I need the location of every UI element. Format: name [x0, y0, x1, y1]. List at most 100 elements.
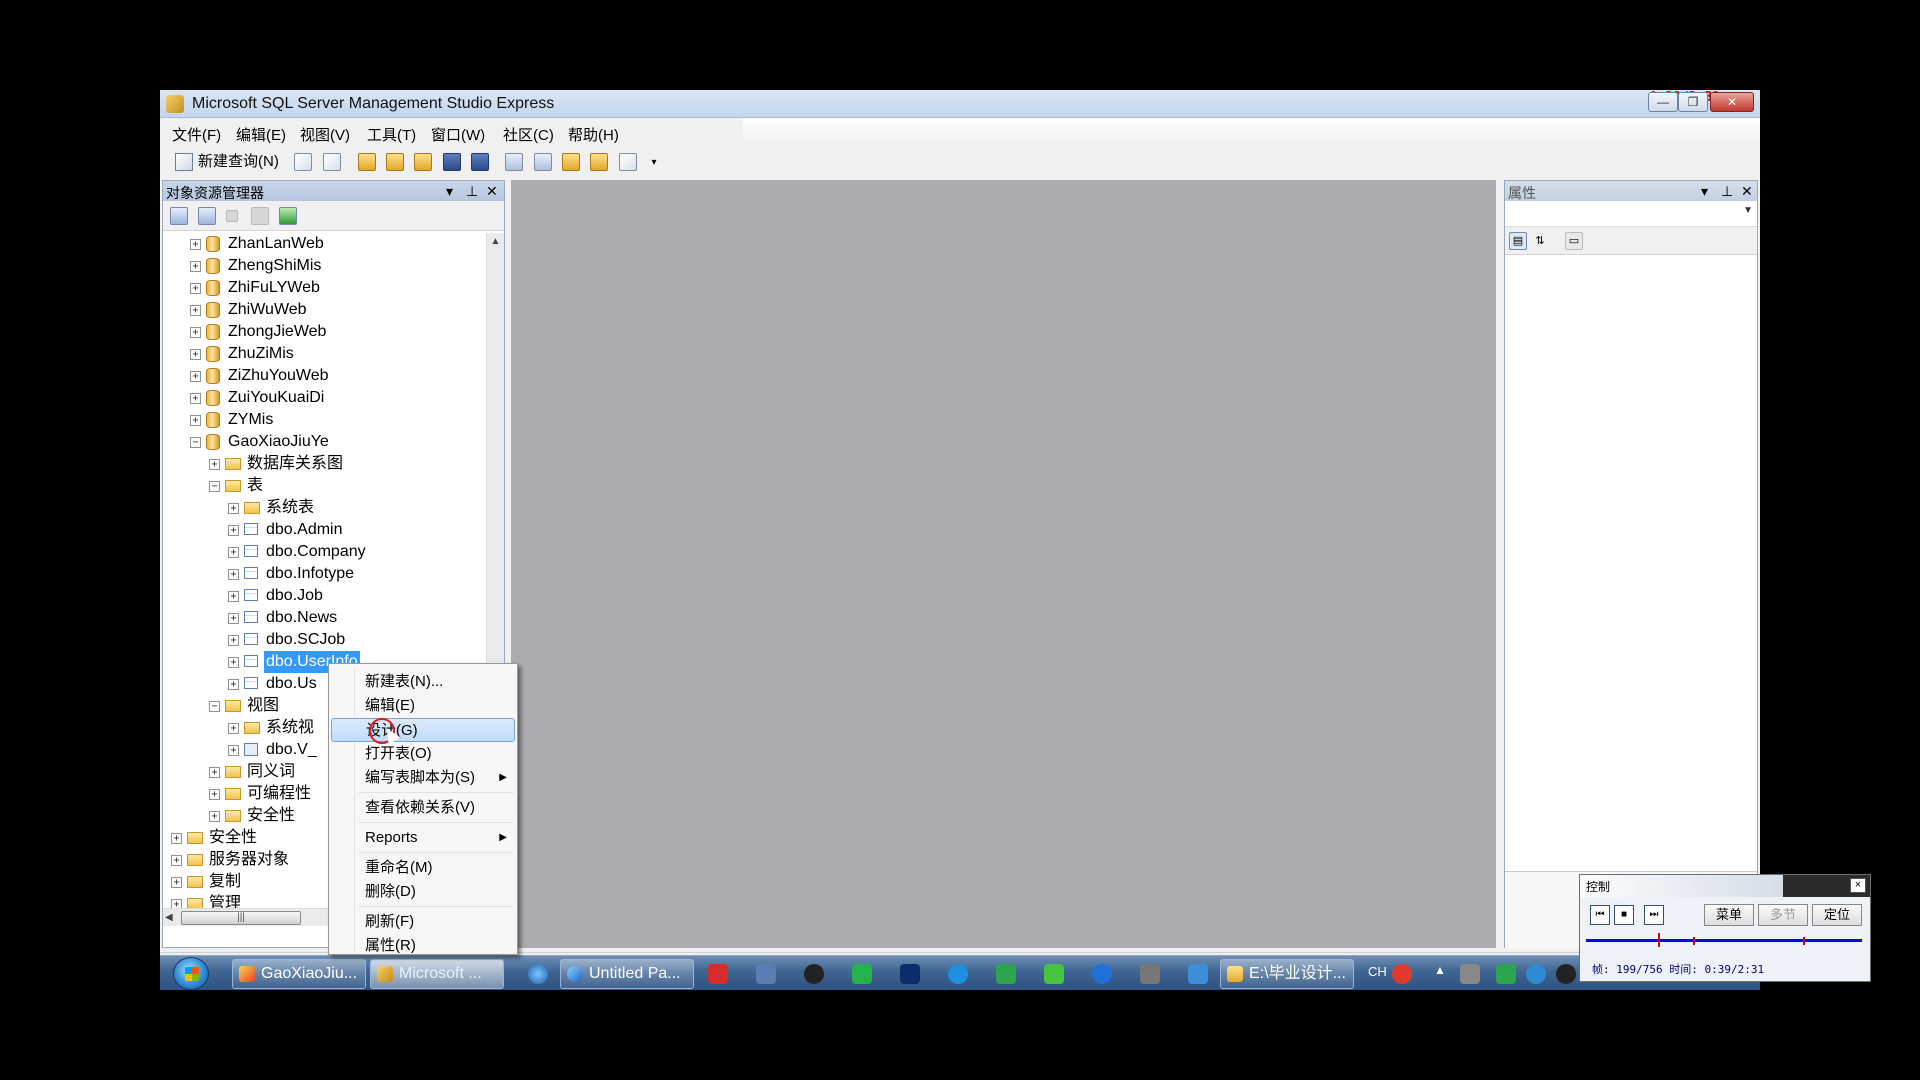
recorder-header[interactable]: 控制 × — [1580, 875, 1870, 897]
playback-progress-bar[interactable] — [1586, 939, 1862, 942]
save-icon[interactable] — [443, 153, 461, 171]
expand-icon[interactable]: + — [228, 745, 239, 756]
toolbar-overflow-icon[interactable]: ▾ — [649, 152, 659, 174]
task-untitled-page[interactable]: Untitled Pa... — [560, 959, 694, 989]
task-explorer-folder[interactable]: E:\毕业设计... — [1220, 959, 1354, 989]
context-menu-item[interactable]: 编辑(E) — [331, 694, 515, 718]
expand-icon[interactable]: + — [190, 305, 201, 316]
task-gaoxiaojiuye[interactable]: GaoXiaoJiu... — [232, 959, 366, 989]
expand-icon[interactable]: + — [190, 393, 201, 404]
collapse-icon[interactable]: − — [209, 481, 220, 492]
scroll-thumb[interactable]: ||| — [181, 911, 301, 925]
expand-icon[interactable]: + — [228, 547, 239, 558]
pin-icon[interactable]: ⊥ — [466, 181, 478, 201]
multi-section-button[interactable]: 多节 — [1758, 904, 1808, 926]
new-query-button[interactable]: 新建查询(N) — [172, 151, 279, 173]
save-all-icon[interactable] — [471, 153, 489, 171]
database-engine-query-icon[interactable] — [294, 153, 312, 171]
object-selector[interactable]: ▼ — [1505, 203, 1757, 227]
expand-icon[interactable]: + — [228, 657, 239, 668]
expand-icon[interactable]: + — [190, 283, 201, 294]
expand-icon[interactable]: + — [190, 349, 201, 360]
app-icon[interactable] — [1092, 964, 1112, 984]
expand-icon[interactable]: + — [209, 459, 220, 470]
document-area[interactable] — [511, 180, 1496, 948]
show-hidden-icons-icon[interactable]: ▲ — [1434, 963, 1446, 977]
menu-button[interactable]: 菜单 — [1704, 904, 1754, 926]
object-explorer-icon[interactable] — [534, 153, 552, 171]
locate-button[interactable]: 定位 — [1812, 904, 1862, 926]
recorder-close-button[interactable]: × — [1850, 878, 1866, 893]
expand-icon[interactable]: + — [228, 525, 239, 536]
pin-icon[interactable]: ⊥ — [1721, 181, 1733, 201]
expand-icon[interactable]: + — [190, 239, 201, 250]
photoshop-icon[interactable] — [900, 964, 920, 984]
alphabetical-sort-icon[interactable]: ⇅ — [1531, 232, 1549, 250]
properties-window-icon[interactable] — [619, 153, 637, 171]
app-icon[interactable] — [1044, 964, 1064, 984]
scroll-up-icon[interactable]: ▲ — [487, 233, 504, 251]
registered-servers-icon[interactable] — [505, 153, 523, 171]
tray-icon[interactable] — [1460, 964, 1480, 984]
maximize-button[interactable]: ❐ — [1678, 92, 1708, 112]
app-icon[interactable] — [1188, 964, 1208, 984]
context-menu-item[interactable]: 打开表(O) — [331, 742, 515, 766]
dropdown-arrow-icon[interactable]: ▾ — [446, 181, 453, 201]
expand-icon[interactable]: + — [228, 591, 239, 602]
context-menu-item[interactable]: 新建表(N)... — [331, 670, 515, 694]
playback-position-marker[interactable] — [1657, 933, 1660, 947]
expand-icon[interactable]: + — [171, 855, 182, 866]
expand-icon[interactable]: + — [190, 415, 201, 426]
context-menu-item[interactable]: 刷新(F) — [331, 910, 515, 934]
context-menu-item[interactable]: 编写表脚本为(S) ▶ — [331, 766, 515, 790]
analysis-query-icon[interactable] — [323, 153, 341, 171]
app-icon[interactable] — [1140, 964, 1160, 984]
connect-icon[interactable] — [170, 207, 188, 225]
close-pane-icon[interactable]: ✕ — [1741, 181, 1753, 201]
expand-icon[interactable]: + — [228, 613, 239, 624]
title-bar[interactable]: Microsoft SQL Server Management Studio E… — [160, 90, 1760, 118]
shield-icon[interactable] — [996, 964, 1016, 984]
shield-icon[interactable] — [1496, 964, 1516, 984]
template-explorer-icon[interactable] — [562, 153, 580, 171]
app-icon[interactable] — [756, 964, 776, 984]
context-menu-item[interactable]: Reports ▶ — [331, 826, 515, 850]
app-icon[interactable] — [948, 964, 968, 984]
collapse-icon[interactable]: − — [190, 437, 201, 448]
stop-icon[interactable] — [226, 210, 238, 222]
app-icon[interactable] — [852, 964, 872, 984]
expand-icon[interactable]: + — [209, 811, 220, 822]
expand-icon[interactable]: + — [190, 371, 201, 382]
add-item-icon[interactable] — [414, 153, 432, 171]
menu-help[interactable]: 帮助(H) — [568, 124, 619, 145]
expand-icon[interactable]: + — [171, 899, 182, 908]
disconnect-icon[interactable] — [198, 207, 216, 225]
menu-window[interactable]: 窗口(W) — [431, 124, 485, 145]
scroll-left-icon[interactable]: ◀ — [165, 909, 173, 927]
search-icon[interactable] — [528, 964, 548, 984]
context-menu-item[interactable]: 查看依赖关系(V) — [331, 796, 515, 820]
collapse-icon[interactable]: − — [209, 701, 220, 712]
solution-explorer-icon[interactable] — [590, 153, 608, 171]
filter-icon[interactable] — [251, 207, 269, 225]
context-menu-item[interactable]: 设计(G) — [331, 718, 515, 742]
sogou-icon[interactable] — [1392, 964, 1412, 984]
dropdown-arrow-icon[interactable]: ▾ — [1701, 181, 1708, 201]
expand-icon[interactable]: + — [171, 833, 182, 844]
expand-icon[interactable]: + — [228, 503, 239, 514]
close-pane-icon[interactable]: ✕ — [486, 181, 498, 201]
expand-icon[interactable]: + — [228, 679, 239, 690]
start-button[interactable] — [173, 957, 209, 990]
expand-icon[interactable]: + — [190, 261, 201, 272]
tray-icon[interactable] — [1526, 964, 1546, 984]
menu-community[interactable]: 社区(C) — [503, 124, 554, 145]
close-button[interactable]: ✕ — [1710, 92, 1754, 112]
open-project-icon[interactable] — [386, 153, 404, 171]
minimize-button[interactable]: — — [1648, 92, 1678, 112]
qq-icon[interactable] — [804, 964, 824, 984]
expand-icon[interactable]: + — [171, 877, 182, 888]
expand-icon[interactable]: + — [190, 327, 201, 338]
menu-view[interactable]: 视图(V) — [300, 124, 350, 145]
expand-icon[interactable]: + — [228, 723, 239, 734]
expand-icon[interactable]: + — [228, 635, 239, 646]
